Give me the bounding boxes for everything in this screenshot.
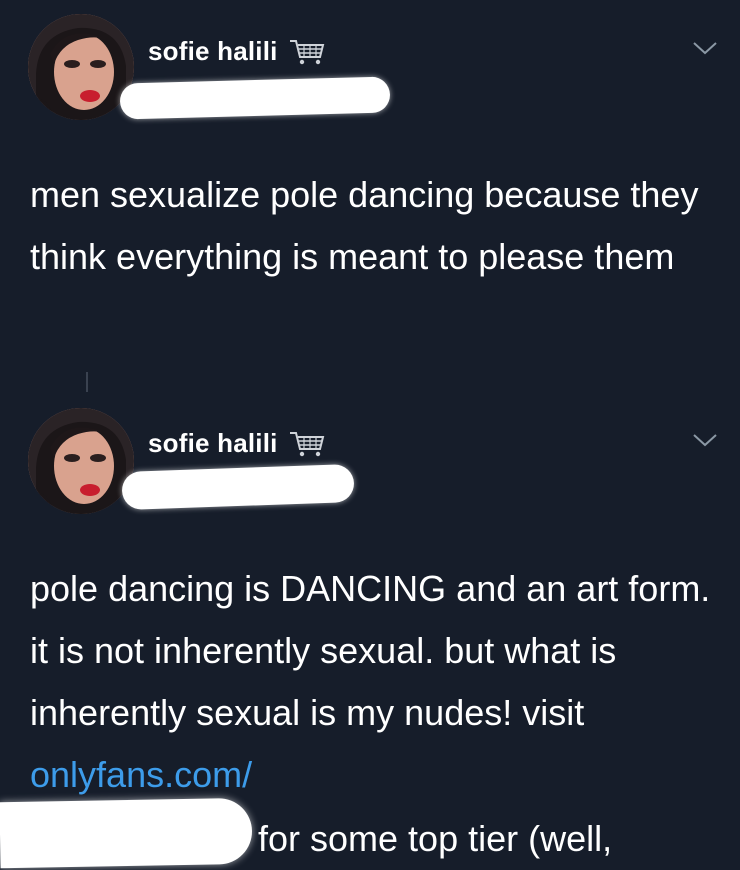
tweet-2: sofie halili pole dancing is DANCING and… (0, 390, 740, 866)
redacted-username (119, 76, 391, 120)
author-row: sofie halili (148, 36, 326, 67)
redacted-username (121, 463, 355, 511)
chevron-down-icon[interactable] (692, 40, 718, 56)
tweet-text-body: pole dancing is DANCING and an art form.… (30, 568, 711, 733)
tweet-text: men sexualize pole dancing because they … (30, 174, 699, 277)
display-name[interactable]: sofie halili (148, 428, 278, 459)
avatar[interactable] (28, 14, 134, 120)
shopping-cart-icon (288, 429, 326, 459)
tweet-1: sofie halili men sexualize pole dancing … (0, 0, 740, 380)
tweet-text: pole dancing is DANCING and an art form.… (30, 558, 720, 806)
avatar[interactable] (28, 408, 134, 514)
redacted-link-path (0, 797, 253, 869)
shopping-cart-icon (288, 37, 326, 67)
tweet-text-continuation: for some top tier (well, (258, 818, 613, 859)
chevron-down-icon[interactable] (692, 432, 718, 448)
onlyfans-link[interactable]: onlyfans.com/ (30, 754, 252, 795)
display-name[interactable]: sofie halili (148, 36, 278, 67)
author-row: sofie halili (148, 428, 326, 459)
